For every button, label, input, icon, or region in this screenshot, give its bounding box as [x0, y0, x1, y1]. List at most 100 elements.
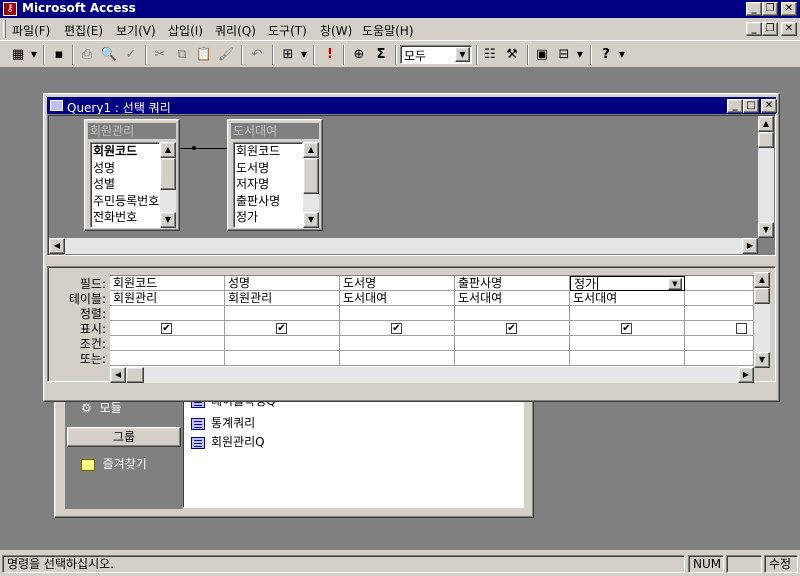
- database-window-icon[interactable]: ▣: [532, 45, 552, 65]
- print-icon[interactable]: ⎙: [77, 45, 97, 65]
- scroll-thumb[interactable]: [303, 158, 319, 194]
- menu-tools[interactable]: 도구(T): [268, 22, 307, 39]
- print-preview-icon[interactable]: 🔍: [99, 45, 119, 65]
- new-object-icon[interactable]: ⊟: [554, 45, 574, 65]
- field-list-scrollbar[interactable]: ▲ ▼: [160, 142, 176, 228]
- paste-icon[interactable]: 📋: [194, 45, 214, 65]
- table-box-rentals[interactable]: 도서대여 회원코드 도서명 저자명 출판사명 정가 ▲ ▼: [227, 119, 323, 231]
- grid-sort-cell[interactable]: [110, 306, 225, 321]
- design-grid-vscroll[interactable]: ▲ ▼: [754, 272, 770, 368]
- field-item[interactable]: 저자명: [234, 176, 302, 193]
- copy-icon[interactable]: ⧉: [172, 45, 192, 65]
- run-icon[interactable]: !: [320, 45, 340, 65]
- query-minimize-button[interactable]: _: [727, 99, 743, 113]
- access-key-icon[interactable]: ⚷: [3, 2, 17, 16]
- table-box-members[interactable]: 회원관리 회원코드 성명 성별 주민등록번호 전화번호 ▲ ▼: [84, 119, 180, 231]
- show-checkbox[interactable]: ✔: [506, 323, 517, 334]
- field-item[interactable]: 성명: [91, 160, 159, 177]
- field-item[interactable]: 도서명: [234, 160, 302, 177]
- grid-field-cell[interactable]: 성명: [225, 276, 340, 291]
- show-checkbox[interactable]: ✔: [621, 323, 632, 334]
- query-maximize-button[interactable]: □: [743, 99, 759, 113]
- save-icon[interactable]: ▪: [49, 45, 69, 65]
- pane-splitter[interactable]: [47, 256, 776, 266]
- scroll-thumb[interactable]: [126, 367, 144, 383]
- scroll-up-icon[interactable]: ▲: [160, 142, 176, 158]
- group-button[interactable]: 그룹: [67, 427, 181, 447]
- field-item[interactable]: 주민등록번호: [91, 193, 159, 210]
- chevron-down-icon[interactable]: ▼: [455, 47, 470, 62]
- show-checkbox[interactable]: [736, 323, 747, 334]
- scroll-thumb[interactable]: [160, 158, 176, 190]
- query-type-icon[interactable]: ⊞: [278, 45, 298, 65]
- field-item[interactable]: 출판사명: [234, 193, 302, 210]
- grid-table-cell[interactable]: 도서대여: [570, 291, 685, 306]
- help-dropdown-icon[interactable]: ▼: [617, 45, 627, 65]
- view-dropdown-icon[interactable]: ▼: [29, 45, 39, 65]
- totals-icon[interactable]: Σ: [371, 45, 391, 65]
- grid-or-cell[interactable]: [340, 351, 455, 366]
- build-icon[interactable]: ⚒: [502, 45, 522, 65]
- grid-criteria-cell[interactable]: [225, 336, 340, 351]
- menu-edit[interactable]: 편집(E): [64, 22, 103, 39]
- show-checkbox[interactable]: ✔: [276, 323, 287, 334]
- grid-sort-cell[interactable]: [570, 306, 685, 321]
- grid-sort-cell[interactable]: [340, 306, 455, 321]
- top-values-combo[interactable]: 모두 ▼: [400, 45, 472, 64]
- scroll-right-icon[interactable]: ▶: [742, 238, 758, 254]
- design-grid-hscroll[interactable]: ◀ ▶: [110, 367, 754, 383]
- object-favorites[interactable]: 즐겨찾기: [81, 453, 147, 475]
- scroll-down-icon[interactable]: ▼: [754, 352, 770, 368]
- grid-criteria-cell[interactable]: [110, 336, 225, 351]
- doc-restore-button[interactable]: ❐: [762, 22, 778, 36]
- grid-criteria-cell[interactable]: [685, 336, 754, 351]
- new-object-dropdown-icon[interactable]: ▼: [575, 45, 585, 65]
- scroll-up-icon[interactable]: ▲: [758, 116, 774, 132]
- properties-icon[interactable]: ☷: [480, 45, 500, 65]
- grid-or-cell[interactable]: [570, 351, 685, 366]
- grid-table-cell[interactable]: 도서대여: [340, 291, 455, 306]
- scroll-thumb[interactable]: [754, 288, 770, 304]
- scroll-down-icon[interactable]: ▼: [758, 222, 774, 238]
- show-checkbox[interactable]: ✔: [161, 323, 172, 334]
- show-checkbox[interactable]: ✔: [391, 323, 402, 334]
- menu-help[interactable]: 도움말(H): [362, 22, 414, 39]
- query-window-icon[interactable]: [50, 100, 63, 111]
- help-icon[interactable]: ?: [596, 45, 616, 65]
- grid-field-cell[interactable]: 회원코드: [110, 276, 225, 291]
- format-painter-icon[interactable]: 🖌: [216, 45, 236, 65]
- minimize-button[interactable]: _: [746, 2, 762, 16]
- doc-close-button[interactable]: ✕: [781, 22, 797, 36]
- restore-button[interactable]: ❐: [762, 2, 778, 16]
- scroll-right-icon[interactable]: ▶: [738, 367, 754, 383]
- scroll-thumb[interactable]: [758, 132, 774, 148]
- list-item[interactable]: 통계쿼리: [191, 414, 255, 432]
- query-type-dropdown-icon[interactable]: ▼: [299, 45, 309, 65]
- grid-sort-cell[interactable]: [455, 306, 570, 321]
- query-close-button[interactable]: ✕: [761, 99, 777, 113]
- menu-insert[interactable]: 삽입(I): [168, 22, 203, 39]
- grid-criteria-cell[interactable]: [340, 336, 455, 351]
- grid-field-cell[interactable]: 도서명: [340, 276, 455, 291]
- grid-table-cell[interactable]: 회원관리: [110, 291, 225, 306]
- grid-or-cell[interactable]: [455, 351, 570, 366]
- spelling-icon[interactable]: ✓: [121, 45, 141, 65]
- field-item[interactable]: 전화번호: [91, 209, 159, 226]
- field-item[interactable]: 회원코드: [234, 143, 302, 160]
- doc-minimize-button[interactable]: _: [746, 22, 762, 36]
- scroll-left-icon[interactable]: ◀: [110, 367, 126, 383]
- scroll-down-icon[interactable]: ▼: [160, 212, 176, 228]
- menu-file[interactable]: 파일(F): [12, 22, 50, 39]
- menu-window[interactable]: 창(W): [320, 22, 352, 39]
- grid-or-cell[interactable]: [685, 351, 754, 366]
- table-pane-vscroll[interactable]: ▲ ▼: [758, 116, 774, 238]
- field-item[interactable]: 회원코드: [91, 143, 159, 160]
- list-item[interactable]: 회원관리Q: [191, 433, 265, 451]
- scroll-down-icon[interactable]: ▼: [303, 212, 319, 228]
- undo-icon[interactable]: ↶: [247, 45, 267, 65]
- grid-sort-cell[interactable]: [225, 306, 340, 321]
- menu-query[interactable]: 쿼리(Q): [215, 22, 256, 39]
- chevron-down-icon[interactable]: ▼: [668, 278, 682, 290]
- grid-sort-cell[interactable]: [685, 306, 754, 321]
- grid-criteria-cell[interactable]: [455, 336, 570, 351]
